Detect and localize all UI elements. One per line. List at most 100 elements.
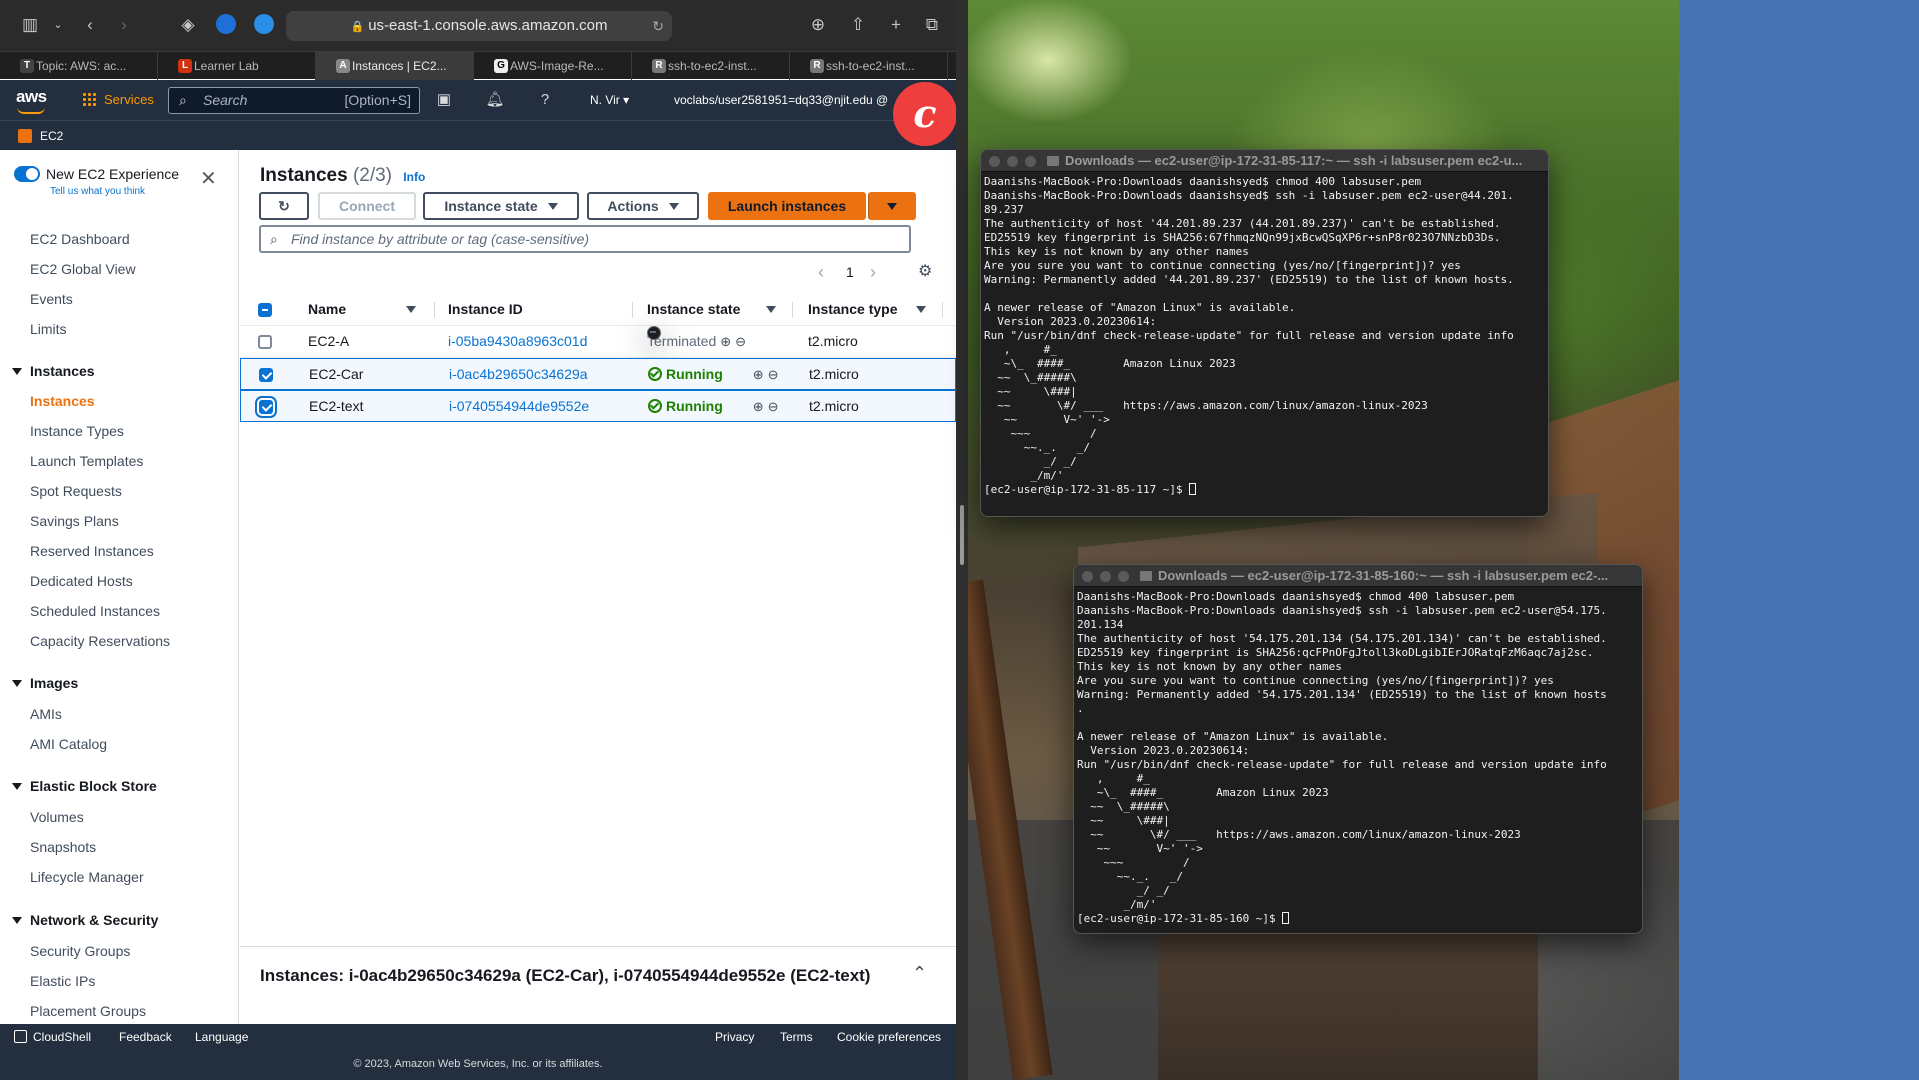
nav-section-network-security[interactable]: Network & Security [12, 912, 158, 928]
terminal-window-2[interactable]: Downloads — ec2-user@ip-172-31-85-160:~ … [1073, 564, 1643, 934]
select-all-checkbox[interactable] [258, 303, 272, 317]
language-link[interactable]: Language [195, 1030, 248, 1044]
zoom-window-icon[interactable] [1025, 156, 1036, 167]
nav-section-images[interactable]: Images [12, 675, 78, 691]
col-instance-type[interactable]: Instance type [808, 294, 897, 324]
nav-events[interactable]: Events [30, 291, 73, 307]
nav-instance-types[interactable]: Instance Types [30, 423, 124, 439]
tab-active[interactable]: A Instances | EC2... [316, 52, 474, 80]
new-experience-toggle[interactable] [14, 166, 40, 182]
nav-ec2-global-view[interactable]: EC2 Global View [30, 261, 136, 277]
sidebar-toggle-icon[interactable]: ▥ [18, 13, 42, 37]
extension-badge-icon[interactable]: c [893, 82, 956, 146]
forward-icon[interactable]: › [112, 13, 136, 37]
nav-volumes[interactable]: Volumes [30, 809, 84, 825]
prev-page-icon[interactable]: ‹ [818, 262, 824, 282]
account-menu[interactable]: voclabs/user2581951=dq33@njit.edu @ [674, 80, 888, 120]
service-name[interactable]: EC2 [40, 121, 63, 151]
next-page-icon[interactable]: › [870, 262, 876, 282]
nav-savings-plans[interactable]: Savings Plans [30, 513, 119, 529]
nav-ec2-dashboard[interactable]: EC2 Dashboard [30, 231, 130, 247]
table-row-selected[interactable]: EC2-text i-0740554944de9552e Running ⊕ ⊖ t… [240, 390, 956, 422]
connect-button[interactable]: Connect [318, 192, 416, 220]
zoom-in-icon[interactable]: ⊕ [753, 367, 764, 382]
cloudshell-button[interactable]: CloudShell [14, 1030, 91, 1044]
instance-state-button[interactable]: Instance state [423, 192, 579, 220]
instance-id-link[interactable]: i-05ba9430a8963c01d [448, 326, 587, 356]
divider-handle[interactable] [960, 505, 964, 565]
sort-icon[interactable] [766, 294, 776, 324]
aws-logo[interactable]: aws [16, 87, 47, 114]
feedback-link[interactable]: Feedback [119, 1030, 172, 1044]
zoom-in-icon[interactable]: ⊕ [753, 399, 764, 414]
zoom-out-icon[interactable]: ⊖ [735, 334, 746, 349]
table-row[interactable]: EC2-A i-05ba9430a8963c01d Terminated ⊕ ⊖ t… [240, 326, 956, 358]
new-tab-icon[interactable]: + [884, 13, 908, 37]
terminal-title-bar[interactable]: Downloads — ec2-user@ip-172-31-85-117:~ … [981, 150, 1548, 172]
launch-instances-button[interactable]: Launch instances [708, 192, 866, 220]
row-checkbox[interactable] [259, 400, 273, 414]
nav-limits[interactable]: Limits [30, 321, 67, 337]
address-bar[interactable]: 🔒 us-east-1.console.aws.amazon.com ↻ [286, 11, 672, 41]
terminal-title-bar[interactable]: Downloads — ec2-user@ip-172-31-85-160:~ … [1074, 565, 1642, 587]
terminal-window-1[interactable]: Downloads — ec2-user@ip-172-31-85-117:~ … [980, 149, 1549, 517]
search-input[interactable]: ⌕ Search [Option+S] [168, 87, 420, 114]
page-number[interactable]: 1 [846, 262, 854, 282]
close-icon[interactable]: ✕ [200, 166, 217, 191]
actions-button[interactable]: Actions [587, 192, 699, 220]
nav-capacity-reservations[interactable]: Capacity Reservations [30, 633, 170, 649]
row-checkbox[interactable] [258, 335, 272, 349]
column-divider[interactable] [434, 302, 435, 318]
col-instance-id[interactable]: Instance ID [448, 294, 523, 324]
shield-icon[interactable]: ◈ [176, 13, 200, 37]
instance-filter-input[interactable]: ⌕ Find instance by attribute or tag (cas… [259, 225, 911, 253]
share-icon[interactable]: ⇧ [846, 13, 870, 37]
tab[interactable]: Rssh-to-ec2-inst... [632, 52, 790, 80]
download-icon[interactable]: ⊕ [806, 13, 830, 37]
instance-id-link[interactable]: i-0ac4b29650c34629a [449, 359, 588, 389]
tab-overview-icon[interactable]: ⧉ [920, 13, 944, 37]
nav-section-ebs[interactable]: Elastic Block Store [12, 778, 157, 794]
tab[interactable]: Rssh-to-ec2-inst... [790, 52, 948, 80]
column-divider[interactable] [792, 302, 793, 318]
tab[interactable]: L Learner Lab [158, 52, 316, 80]
feedback-link[interactable]: Tell us what you think [50, 186, 145, 197]
back-icon[interactable]: ‹ [78, 13, 102, 37]
region-selector[interactable]: N. Vir ▾ [590, 80, 629, 120]
zoom-window-icon[interactable] [1118, 571, 1129, 582]
col-instance-state[interactable]: Instance state [647, 294, 740, 324]
info-link[interactable]: Info [403, 170, 425, 184]
col-name[interactable]: Name [308, 294, 346, 324]
minimize-window-icon[interactable] [1007, 156, 1018, 167]
instance-id-link[interactable]: i-0740554944de9552e [449, 391, 589, 421]
zoom-in-icon[interactable]: ⊕ [720, 334, 731, 349]
nav-instances[interactable]: Instances [30, 393, 95, 409]
chevron-down-icon[interactable]: ⌄ [46, 13, 70, 37]
nav-amis[interactable]: AMIs [30, 706, 62, 722]
terminal-output[interactable]: Daanishs-MacBook-Pro:Downloads daanishsy… [984, 175, 1545, 514]
close-window-icon[interactable] [1082, 571, 1093, 582]
bell-icon[interactable]: 🔔︎ [485, 90, 505, 110]
nav-launch-templates[interactable]: Launch Templates [30, 453, 143, 469]
nav-spot-requests[interactable]: Spot Requests [30, 483, 122, 499]
launch-dropdown-button[interactable] [868, 192, 916, 220]
zoom-out-icon[interactable]: ⊖ [768, 367, 779, 382]
cookie-preferences-link[interactable]: Cookie preferences [837, 1030, 941, 1044]
extension-icon[interactable] [216, 14, 236, 34]
privacy-link[interactable]: Privacy [715, 1030, 754, 1044]
close-window-icon[interactable] [989, 156, 1000, 167]
column-divider[interactable] [942, 302, 943, 318]
sort-icon[interactable] [916, 294, 926, 324]
zoom-out-icon[interactable]: ⊖ [768, 399, 779, 414]
nav-dedicated-hosts[interactable]: Dedicated Hosts [30, 573, 133, 589]
nav-scheduled-instances[interactable]: Scheduled Instances [30, 603, 160, 619]
chevron-up-icon[interactable]: ⌃ [912, 963, 927, 984]
terminal-output[interactable]: Daanishs-MacBook-Pro:Downloads daanishsy… [1077, 590, 1639, 931]
row-checkbox[interactable] [259, 368, 273, 382]
nav-security-groups[interactable]: Security Groups [30, 943, 130, 959]
reload-icon[interactable]: ↻ [652, 11, 664, 41]
nav-ami-catalog[interactable]: AMI Catalog [30, 736, 107, 752]
nav-lifecycle-manager[interactable]: Lifecycle Manager [30, 869, 144, 885]
minimize-window-icon[interactable] [1100, 571, 1111, 582]
nav-section-instances[interactable]: Instances [12, 363, 95, 379]
